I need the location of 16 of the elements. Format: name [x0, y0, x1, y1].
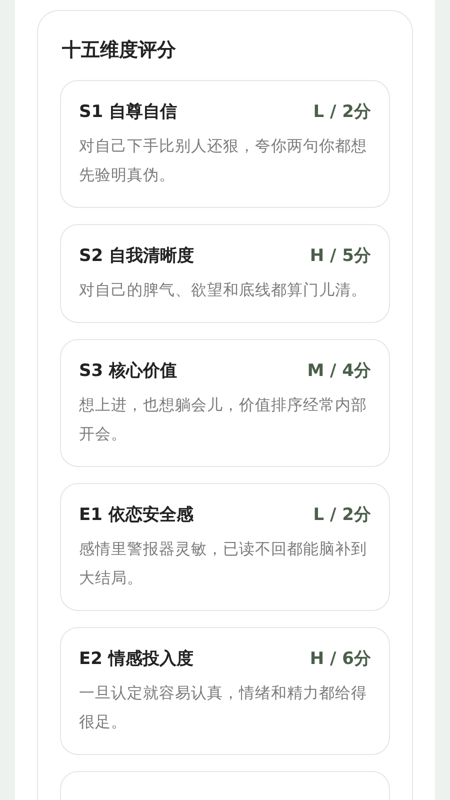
dimension-name: E1 依恋安全感	[79, 504, 194, 526]
dimension-score: H / 5分	[310, 245, 371, 267]
dimension-score: L / 2分	[313, 504, 371, 526]
dimension-name: S1 自尊自信	[79, 101, 177, 123]
dimension-description: 对自己的脾气、欲望和底线都算门儿清。	[79, 280, 368, 301]
dimension-score: L / 2分	[313, 101, 371, 123]
dimension-name: E2 情感投入度	[79, 648, 194, 670]
dimension-score: M / 4分	[307, 360, 371, 382]
dimension-description: 对自己下手比别人还狠，夸你两句你都想先验明真伪。	[79, 136, 368, 186]
dimension-score: H / 6分	[310, 648, 371, 670]
section-title: 十五维度评分	[62, 38, 177, 63]
dimension-description: 感情里警报器灵敏，已读不回都能脑补到大结局。	[79, 539, 368, 589]
dimension-name: S3 核心价值	[79, 360, 177, 382]
dimension-name: S2 自我清晰度	[79, 245, 194, 267]
dimension-description: 一旦认定就容易认真，情绪和精力都给得很足。	[79, 683, 368, 733]
dimension-description: 想上进，也想躺会儿，价值排序经常内部开会。	[79, 395, 368, 445]
